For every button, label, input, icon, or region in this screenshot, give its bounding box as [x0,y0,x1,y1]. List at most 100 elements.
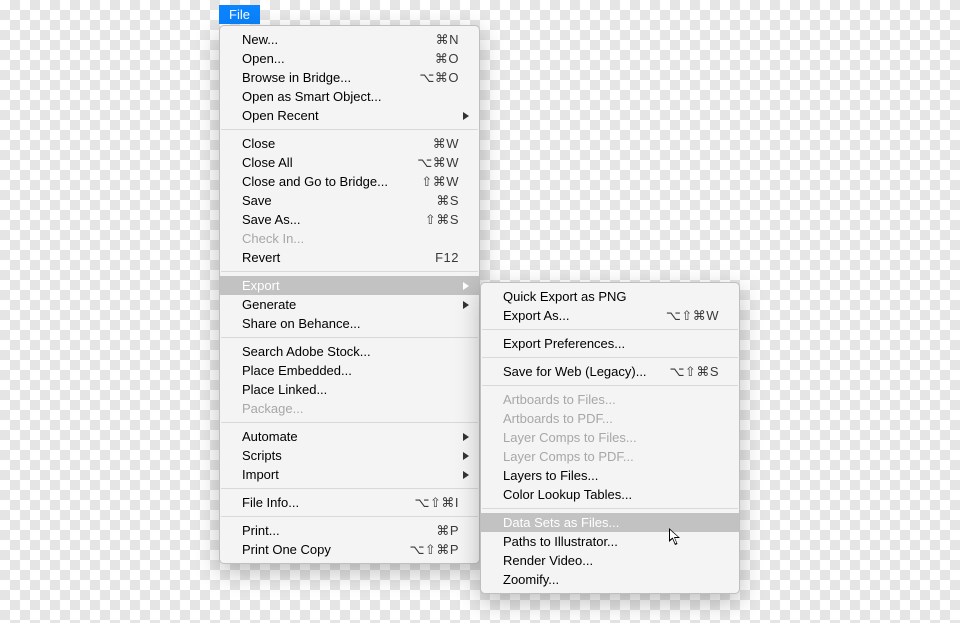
menu-item-label: Place Linked... [242,380,459,399]
file-item-automate[interactable]: Automate [220,427,479,446]
menu-item-shortcut: ⌘N [401,30,459,49]
file-item-save[interactable]: Save⌘S [220,191,479,210]
file-item-print-one-copy[interactable]: Print One Copy⌥⇧⌘P [220,540,479,559]
export-item-artboards-to-pdf: Artboards to PDF... [481,409,739,428]
export-item-layer-comps-to-files: Layer Comps to Files... [481,428,739,447]
menu-item-label: New... [242,30,401,49]
menu-item-shortcut: ⌘O [401,49,459,68]
file-item-share-on-behance[interactable]: Share on Behance... [220,314,479,333]
menu-item-label: Render Video... [503,551,719,570]
export-item-save-for-web-legacy[interactable]: Save for Web (Legacy)...⌥⇧⌘S [481,362,739,381]
menu-item-shortcut: ⇧⌘S [401,210,459,229]
file-menu-panel: New...⌘NOpen...⌘OBrowse in Bridge...⌥⌘OO… [219,25,480,564]
file-item-print[interactable]: Print...⌘P [220,521,479,540]
file-item-export[interactable]: Export [220,276,479,295]
file-item-close[interactable]: Close⌘W [220,134,479,153]
menu-item-shortcut: F12 [401,248,459,267]
submenu-arrow-icon [463,471,469,479]
menu-item-label: Open... [242,49,401,68]
menu-item-label: Export As... [503,306,661,325]
file-item-place-embedded[interactable]: Place Embedded... [220,361,479,380]
menu-item-label: Import [242,465,459,484]
file-item-check-in: Check In... [220,229,479,248]
menu-item-label: Zoomify... [503,570,719,589]
export-item-layers-to-files[interactable]: Layers to Files... [481,466,739,485]
menu-separator [221,129,478,130]
menu-separator [482,385,738,386]
file-item-revert[interactable]: RevertF12 [220,248,479,267]
menu-item-label: Place Embedded... [242,361,459,380]
submenu-arrow-icon [463,112,469,120]
menu-item-label: Layer Comps to Files... [503,428,719,447]
submenu-arrow-icon [463,301,469,309]
submenu-arrow-icon [463,282,469,290]
export-item-paths-to-illustrator[interactable]: Paths to Illustrator... [481,532,739,551]
export-item-artboards-to-files: Artboards to Files... [481,390,739,409]
menu-separator [482,329,738,330]
menu-item-shortcut: ⇧⌘W [401,172,459,191]
file-item-place-linked[interactable]: Place Linked... [220,380,479,399]
file-item-import[interactable]: Import [220,465,479,484]
menu-separator [221,271,478,272]
file-item-generate[interactable]: Generate [220,295,479,314]
file-item-scripts[interactable]: Scripts [220,446,479,465]
menu-item-label: Save for Web (Legacy)... [503,362,661,381]
menu-item-shortcut: ⌘P [401,521,459,540]
menu-item-label: Color Lookup Tables... [503,485,719,504]
file-item-search-adobe-stock[interactable]: Search Adobe Stock... [220,342,479,361]
export-item-color-lookup-tables[interactable]: Color Lookup Tables... [481,485,739,504]
menu-item-shortcut: ⌥⌘W [401,153,459,172]
menu-item-shortcut: ⌥⇧⌘I [401,493,459,512]
file-menu-button[interactable]: File [219,5,260,24]
export-item-export-as[interactable]: Export As...⌥⇧⌘W [481,306,739,325]
menu-separator [221,488,478,489]
export-item-quick-export-as-png[interactable]: Quick Export as PNG [481,287,739,306]
menu-item-label: Close All [242,153,401,172]
menu-item-shortcut: ⌥⇧⌘S [661,362,719,381]
menu-item-label: File Info... [242,493,401,512]
menu-item-label: Automate [242,427,459,446]
file-item-browse-in-bridge[interactable]: Browse in Bridge...⌥⌘O [220,68,479,87]
file-item-open[interactable]: Open...⌘O [220,49,479,68]
menu-item-label: Close [242,134,401,153]
menu-item-label: Paths to Illustrator... [503,532,719,551]
submenu-arrow-icon [463,452,469,460]
file-item-close-all[interactable]: Close All⌥⌘W [220,153,479,172]
export-item-data-sets-as-files[interactable]: Data Sets as Files... [481,513,739,532]
menu-item-label: Save [242,191,401,210]
menu-item-shortcut: ⌘W [401,134,459,153]
file-item-save-as[interactable]: Save As...⇧⌘S [220,210,479,229]
export-submenu-panel: Quick Export as PNGExport As...⌥⇧⌘WExpor… [480,282,740,594]
file-item-open-as-smart-object[interactable]: Open as Smart Object... [220,87,479,106]
file-item-file-info[interactable]: File Info...⌥⇧⌘I [220,493,479,512]
export-item-export-preferences[interactable]: Export Preferences... [481,334,739,353]
file-item-package: Package... [220,399,479,418]
menu-item-shortcut: ⌥⇧⌘P [401,540,459,559]
export-item-zoomify[interactable]: Zoomify... [481,570,739,589]
menu-item-label: Revert [242,248,401,267]
menu-item-label: Layer Comps to PDF... [503,447,719,466]
menu-item-label: Print One Copy [242,540,401,559]
menu-separator [221,516,478,517]
file-item-new[interactable]: New...⌘N [220,30,479,49]
menu-separator [482,357,738,358]
menu-item-label: Browse in Bridge... [242,68,401,87]
menu-item-shortcut: ⌥⇧⌘W [661,306,719,325]
menu-separator [482,508,738,509]
menu-item-label: Open Recent [242,106,459,125]
menu-item-label: Export Preferences... [503,334,719,353]
export-item-render-video[interactable]: Render Video... [481,551,739,570]
menu-item-label: Share on Behance... [242,314,459,333]
menu-item-label: Data Sets as Files... [503,513,719,532]
menu-item-label: Quick Export as PNG [503,287,719,306]
file-item-close-and-go-to-bridge[interactable]: Close and Go to Bridge...⇧⌘W [220,172,479,191]
file-item-open-recent[interactable]: Open Recent [220,106,479,125]
submenu-arrow-icon [463,433,469,441]
menu-item-shortcut: ⌘S [401,191,459,210]
menu-item-label: Export [242,276,459,295]
menu-item-label: Open as Smart Object... [242,87,459,106]
menu-item-label: Artboards to Files... [503,390,719,409]
menu-item-label: Save As... [242,210,401,229]
menu-item-label: Generate [242,295,459,314]
menu-item-label: Layers to Files... [503,466,719,485]
